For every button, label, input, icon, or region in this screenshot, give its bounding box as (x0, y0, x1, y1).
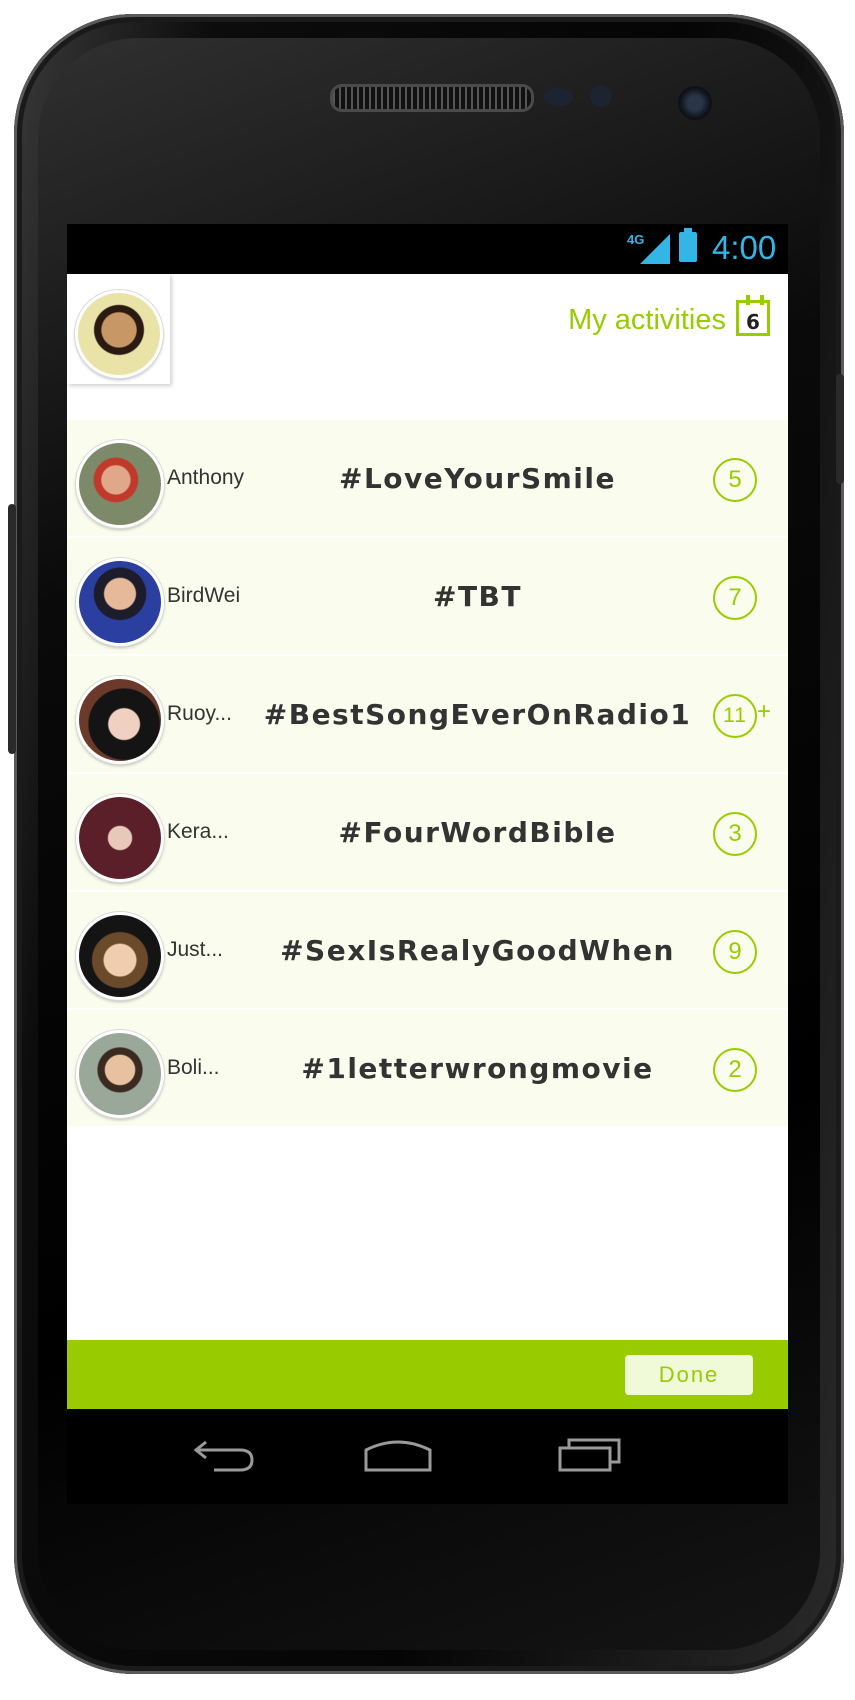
recents-icon[interactable] (557, 1434, 623, 1474)
header: My activities 6 (67, 274, 788, 418)
list-item[interactable]: Ruoy... #BestSongEverOnRadio1 11 + (67, 654, 788, 772)
back-icon[interactable] (192, 1434, 258, 1474)
my-avatar[interactable] (75, 290, 163, 378)
hashtag-list: Anthony #LoveYourSmile 5 BirdWei #TBT 7 … (67, 418, 788, 1126)
count-badge[interactable]: 11 (713, 694, 757, 738)
volume-button (8, 504, 16, 754)
app-content: My activities 6 Anthony #LoveYourSmile 5… (67, 274, 788, 1409)
my-activities-link[interactable]: My activities (568, 304, 726, 337)
network-label: 4G (627, 232, 645, 247)
proximity-sensor (543, 88, 573, 106)
hashtag: #BestSongEverOnRadio1 (263, 697, 692, 731)
avatar[interactable] (76, 1030, 164, 1118)
light-sensor (590, 85, 612, 107)
footer-bar: Done (67, 1340, 788, 1409)
list-item[interactable]: Anthony #LoveYourSmile 5 (67, 418, 788, 536)
hashtag: #SexIsRealyGoodWhen (280, 933, 675, 967)
hashtag: #LoveYourSmile (339, 461, 616, 495)
user-name: Anthony (167, 466, 245, 489)
navigation-bar (67, 1409, 788, 1504)
home-icon[interactable] (363, 1434, 433, 1474)
avatar[interactable] (76, 440, 164, 528)
avatar[interactable] (76, 912, 164, 1000)
my-profile-tab[interactable] (67, 274, 170, 384)
count-badge[interactable]: 9 (713, 930, 757, 974)
user-name: BirdWei (167, 584, 241, 607)
hashtag: #1letterwrongmovie (301, 1051, 654, 1085)
hashtag: #TBT (432, 579, 522, 613)
avatar[interactable] (76, 558, 164, 646)
count-badge[interactable]: 2 (713, 1048, 757, 1092)
hashtag: #FourWordBible (338, 815, 617, 849)
calendar-icon[interactable]: 6 (736, 295, 770, 336)
avatar[interactable] (76, 676, 164, 764)
count-badge[interactable]: 5 (713, 458, 757, 502)
activities-count: 6 (746, 310, 760, 334)
user-name: Ruoy... (167, 702, 232, 725)
count-plus: + (757, 698, 772, 725)
done-button[interactable]: Done (625, 1355, 753, 1395)
battery-icon (679, 228, 697, 262)
earpiece-speaker (330, 84, 534, 112)
list-item[interactable]: Boli... #1letterwrongmovie 2 (67, 1008, 788, 1126)
front-camera (678, 86, 712, 120)
user-name: Kera... (167, 820, 229, 843)
power-button (836, 374, 844, 484)
status-clock: 4:00 (712, 229, 777, 266)
avatar[interactable] (76, 794, 164, 882)
screen: 4G 4:00 My activities 6 Anthony #LoveYou… (67, 224, 788, 1409)
list-item[interactable]: Just... #SexIsRealyGoodWhen 9 (67, 890, 788, 1008)
count-badge[interactable]: 3 (713, 812, 757, 856)
list-item[interactable]: BirdWei #TBT 7 (67, 536, 788, 654)
user-name: Just... (167, 938, 224, 961)
user-name: Boli... (167, 1056, 220, 1079)
status-bar: 4G 4:00 (67, 224, 788, 274)
list-item[interactable]: Kera... #FourWordBible 3 (67, 772, 788, 890)
count-badge[interactable]: 7 (713, 576, 757, 620)
